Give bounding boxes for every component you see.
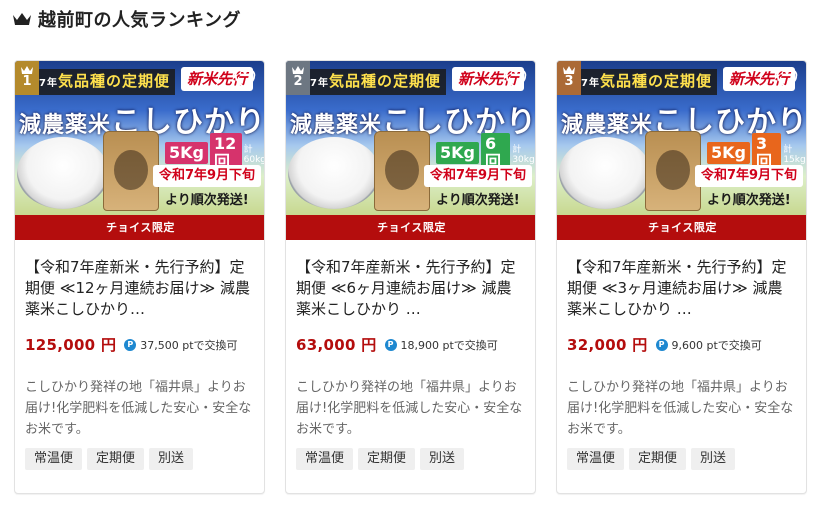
- page-title: 越前町の人気ランキング: [38, 10, 241, 31]
- price: 63,000 円: [296, 336, 377, 354]
- tag: 定期便: [358, 448, 416, 470]
- rice-bag-graphic: [103, 131, 159, 211]
- points-icon: P: [124, 338, 137, 351]
- tag: 別送: [691, 448, 736, 470]
- rice-bowl-graphic: [17, 137, 109, 209]
- rank-badge: 1: [15, 61, 39, 95]
- ranking-list: 7年気品種の定期便 新米先行 減農薬米こしひかり 5Kg 12回 計60kg 令…: [14, 60, 807, 494]
- favorite-heart-icon[interactable]: [776, 69, 798, 91]
- points-icon: P: [384, 338, 397, 351]
- tag: 定期便: [629, 448, 687, 470]
- product-description: こしひかり発祥の地「福井県」よりお届け!化学肥料を低減した安心・安全なお米です。: [567, 380, 794, 437]
- tag-list: 常温便 定期便 別送: [567, 448, 796, 470]
- image-ship-note: より順次発送!: [436, 193, 520, 208]
- tag: 別送: [149, 448, 194, 470]
- tag: 常温便: [296, 448, 354, 470]
- crown-icon: [12, 11, 32, 27]
- product-description: こしひかり発祥の地「福井県」よりお届け!化学肥料を低減した安心・安全なお米です。: [25, 380, 252, 437]
- image-teiki: 7年気品種の定期便: [39, 72, 170, 90]
- image-ship-date: 令和7年9月下旬: [695, 165, 803, 187]
- rice-bag-graphic: [645, 131, 701, 211]
- product-title-link[interactable]: 【令和7年産新米・先行予約】定期便 ≪3ヶ月連続お届け≫ 減農薬米こしひかり …: [567, 257, 796, 320]
- favorite-heart-icon[interactable]: [234, 69, 256, 91]
- tag: 別送: [420, 448, 465, 470]
- points-text: 9,600 ptで交換可: [671, 338, 762, 352]
- price: 32,000 円: [567, 336, 648, 354]
- choice-limited-banner: チョイス限定: [15, 215, 264, 240]
- ranking-header: 越前町の人気ランキング: [12, 6, 241, 32]
- rice-bowl-graphic: [559, 137, 651, 209]
- favorite-heart-icon[interactable]: [505, 69, 527, 91]
- image-teiki: 7年気品種の定期便: [581, 72, 712, 90]
- rice-bag-graphic: [374, 131, 430, 211]
- rank-badge: 2: [286, 61, 310, 95]
- points-icon: P: [655, 338, 668, 351]
- tag: 常温便: [25, 448, 83, 470]
- ranking-card[interactable]: 7年気品種の定期便 新米先行 減農薬米こしひかり 5Kg 12回 計60kg 令…: [14, 60, 265, 494]
- points-text: 18,900 ptで交換可: [400, 338, 498, 352]
- points-text: 37,500 ptで交換可: [140, 338, 238, 352]
- choice-limited-banner: チョイス限定: [286, 215, 535, 240]
- image-ship-note: より順次発送!: [707, 193, 791, 208]
- tag-list: 常温便 定期便 別送: [296, 448, 525, 470]
- image-teiki: 7年気品種の定期便: [310, 72, 441, 90]
- image-ship-date: 令和7年9月下旬: [424, 165, 532, 187]
- product-image[interactable]: 7年気品種の定期便 新米先行 減農薬米こしひかり 5Kg 12回 計60kg 令…: [15, 61, 264, 215]
- product-image[interactable]: 7年気品種の定期便 新米先行 減農薬米こしひかり 5Kg 6回 計30kg 令和…: [286, 61, 535, 215]
- choice-limited-banner: チョイス限定: [557, 215, 806, 240]
- product-title-link[interactable]: 【令和7年産新米・先行予約】定期便 ≪12ヶ月連続お届け≫ 減農薬米こしひかり…: [25, 257, 254, 320]
- image-ship-note: より順次発送!: [165, 193, 249, 208]
- product-image[interactable]: 7年気品種の定期便 新米先行 減農薬米こしひかり 5Kg 3回 計15kg 令和…: [557, 61, 806, 215]
- ranking-card[interactable]: 7年気品種の定期便 新米先行 減農薬米こしひかり 5Kg 3回 計15kg 令和…: [556, 60, 807, 494]
- price-row: 32,000 円 P 9,600 ptで交換可: [567, 334, 796, 355]
- tag: 常温便: [567, 448, 625, 470]
- price: 125,000 円: [25, 336, 117, 354]
- tag-list: 常温便 定期便 別送: [25, 448, 254, 470]
- rank-badge: 3: [557, 61, 581, 95]
- rice-bowl-graphic: [288, 137, 380, 209]
- price-row: 63,000 円 P 18,900 ptで交換可: [296, 334, 525, 355]
- image-ship-date: 令和7年9月下旬: [153, 165, 261, 187]
- product-title-link[interactable]: 【令和7年産新米・先行予約】定期便 ≪6ヶ月連続お届け≫ 減農薬米こしひかり …: [296, 257, 525, 320]
- product-description: こしひかり発祥の地「福井県」よりお届け!化学肥料を低減した安心・安全なお米です。: [296, 380, 523, 437]
- ranking-card[interactable]: 7年気品種の定期便 新米先行 減農薬米こしひかり 5Kg 6回 計30kg 令和…: [285, 60, 536, 494]
- price-row: 125,000 円 P 37,500 ptで交換可: [25, 334, 254, 355]
- tag: 定期便: [87, 448, 145, 470]
